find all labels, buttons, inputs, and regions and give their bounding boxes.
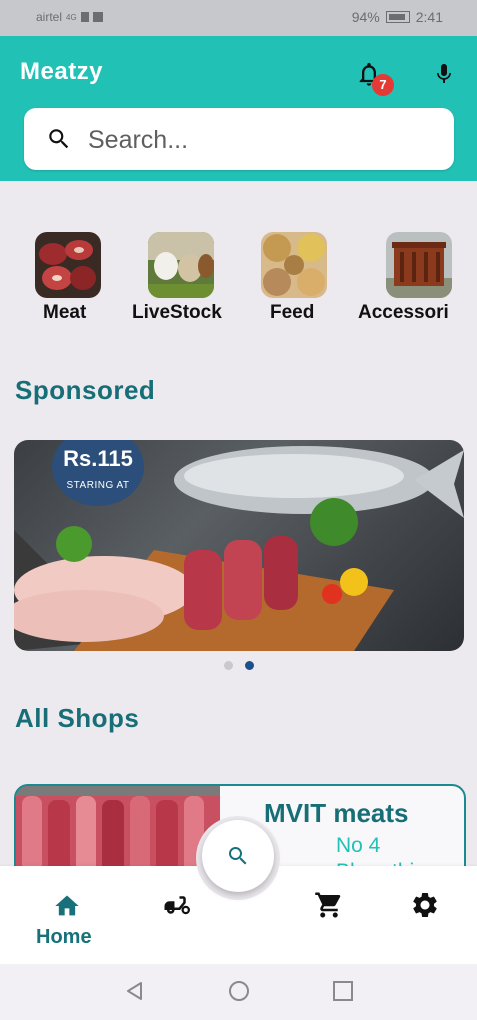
category-label: Accessori (358, 302, 449, 323)
battery-percent: 94% (351, 9, 380, 25)
category-label: Feed (270, 302, 315, 323)
shop-name: MVIT meats (264, 798, 409, 828)
accessories-category-image (386, 232, 452, 298)
notification-badge: 7 (372, 74, 394, 96)
system-navigation-bar (0, 964, 477, 1020)
feed-category-image (261, 232, 327, 298)
search-icon (229, 847, 247, 865)
battery-icon (385, 11, 410, 23)
category-label: Meat (43, 302, 87, 323)
app-title: Meatzy (20, 58, 104, 85)
search-icon (49, 129, 69, 149)
sponsored-banner[interactable]: Rs.115 STARING AT (14, 440, 464, 651)
livestock-category-image (148, 232, 214, 298)
network-label: 4G (66, 12, 77, 22)
home-icon[interactable] (52, 892, 82, 920)
back-icon[interactable] (124, 980, 146, 1002)
recents-square-icon[interactable] (332, 980, 354, 1002)
microphone-icon[interactable] (432, 60, 456, 88)
clock: 2:41 (415, 9, 443, 25)
status-bar: airtel 4G 94% 2:41 (0, 0, 477, 36)
banner-price: Rs.115 (63, 446, 133, 471)
search-fab-button[interactable] (202, 820, 274, 892)
carousel-dot[interactable] (224, 661, 233, 670)
section-title-sponsored: Sponsored (15, 375, 156, 405)
banner-subtitle: STARING AT (66, 480, 130, 491)
search-bar[interactable] (24, 108, 454, 172)
delivery-scooter-icon[interactable] (162, 890, 192, 920)
section-title-all-shops: All Shops (15, 703, 140, 733)
shop-address-line1: No 4 (336, 834, 381, 857)
home-circle-icon[interactable] (228, 980, 250, 1002)
carousel-indicator (224, 661, 254, 670)
silent-icon (92, 12, 103, 22)
category-label: LiveStock (132, 302, 222, 323)
carousel-dot-active[interactable] (245, 661, 254, 670)
carrier-label: airtel (36, 10, 63, 24)
settings-gear-icon[interactable] (410, 890, 440, 920)
nav-home-label[interactable]: Home (36, 926, 92, 949)
search-input[interactable] (86, 108, 440, 172)
signal-icon (80, 12, 89, 22)
cart-icon[interactable] (314, 890, 344, 920)
meat-category-image (35, 232, 101, 298)
